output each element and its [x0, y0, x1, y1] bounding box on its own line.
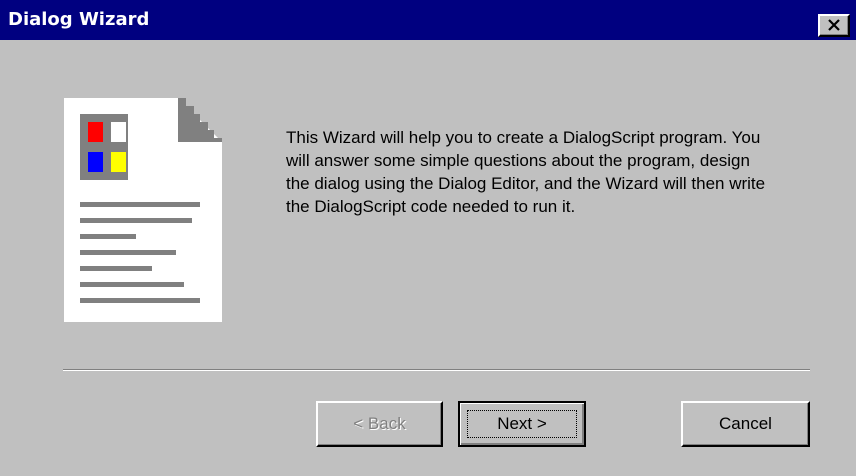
next-button-label: Next >: [497, 414, 547, 433]
close-button[interactable]: [818, 14, 850, 37]
picture-tile-blue: [88, 152, 103, 172]
cancel-button-label: Cancel: [719, 414, 772, 433]
dialog-window: Dialog Wizard This Wizard will help you …: [0, 0, 856, 476]
picture-tile-yellow: [111, 152, 126, 172]
document-icon: [64, 98, 222, 322]
close-icon: [828, 19, 840, 31]
back-button[interactable]: < Back: [316, 401, 443, 447]
title-bar[interactable]: Dialog Wizard: [0, 0, 856, 40]
next-button[interactable]: Next >: [458, 401, 586, 447]
cancel-button[interactable]: Cancel: [681, 401, 810, 447]
picture-tile-white: [111, 122, 126, 142]
window-title: Dialog Wizard: [8, 9, 150, 30]
picture-tile-red: [88, 122, 103, 142]
divider: [63, 369, 810, 371]
wizard-description: This Wizard will help you to create a Di…: [286, 128, 766, 216]
back-button-label: < Back: [353, 414, 406, 433]
